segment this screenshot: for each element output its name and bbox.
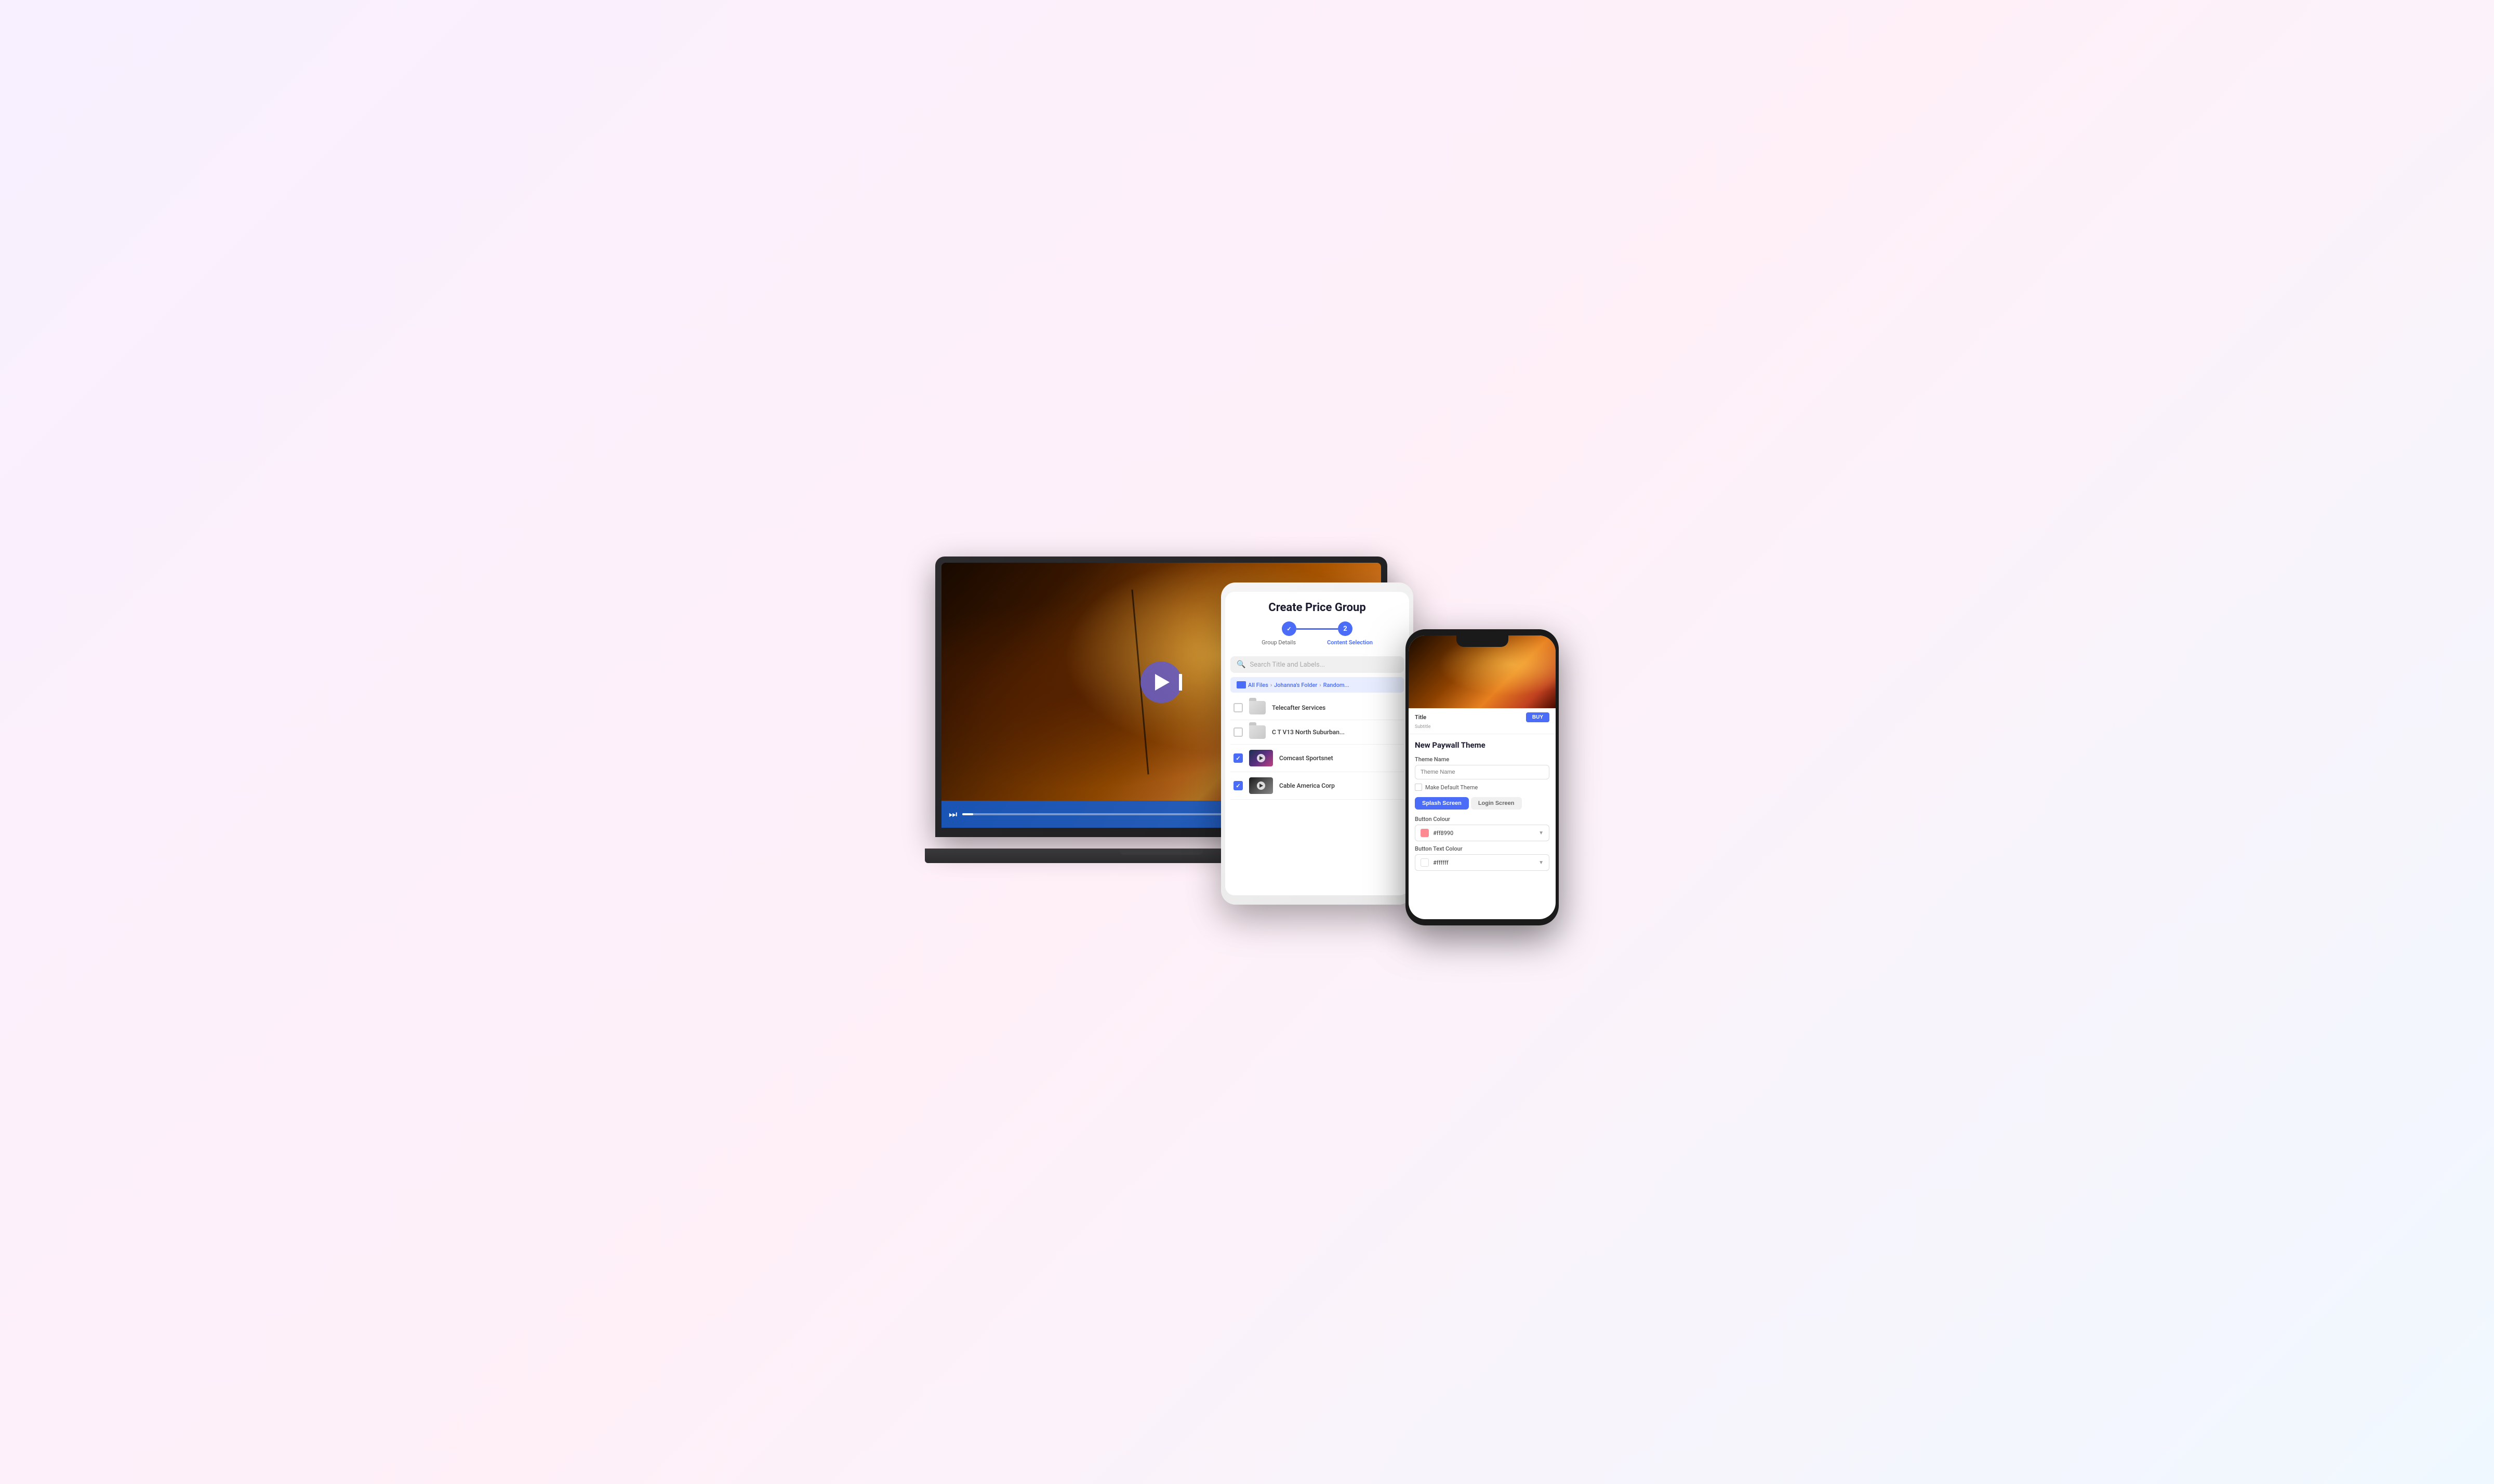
- folder-icon-1: [1249, 725, 1266, 739]
- file-checkbox-1[interactable]: [1233, 727, 1243, 737]
- file-checkbox-3[interactable]: ✓: [1233, 781, 1243, 790]
- file-thumb-play-2: [1257, 754, 1265, 762]
- button-text-colour-select[interactable]: #ffffff ▼: [1415, 854, 1549, 871]
- paywall-section-title: New Paywall Theme: [1415, 740, 1549, 750]
- tablet-device: Create Price Group ✓ 2 Group Details Con…: [1221, 582, 1413, 905]
- stepper: ✓ 2: [1233, 621, 1401, 636]
- step-2-label: Content Selection: [1327, 639, 1373, 646]
- file-thumb-2: [1249, 750, 1273, 766]
- button-colour-swatch: [1421, 829, 1429, 837]
- progress-fill: [962, 813, 973, 815]
- login-screen-tab[interactable]: Login Screen: [1471, 797, 1522, 810]
- play-tri-3: [1259, 784, 1263, 788]
- check-2: ✓: [1236, 755, 1240, 762]
- search-icon: 🔍: [1237, 660, 1245, 669]
- step-1-checkmark: ✓: [1286, 626, 1291, 632]
- button-colour-select[interactable]: #ff8990 ▼: [1415, 825, 1549, 841]
- phone-screen: Title BUY Subtitle New Paywall Theme The…: [1409, 635, 1556, 919]
- phone-paywall-body: New Paywall Theme Theme Name Make Defaul…: [1409, 734, 1556, 881]
- step-2-circle: 2: [1338, 621, 1352, 636]
- step-1-circle: ✓: [1282, 621, 1296, 636]
- play-icon: [1155, 674, 1170, 691]
- skip-icon: [1179, 674, 1182, 691]
- make-default-label: Make Default Theme: [1425, 784, 1478, 791]
- phone-title-row: Title BUY: [1415, 712, 1549, 722]
- make-default-row[interactable]: Make Default Theme: [1415, 784, 1549, 791]
- tablet-content: Create Price Group ✓ 2 Group Details Con…: [1225, 592, 1409, 895]
- phone-content-subtitle: Subtitle: [1415, 724, 1549, 730]
- button-text-colour-value: #ffffff: [1433, 859, 1534, 866]
- splash-screen-tab[interactable]: Splash Screen: [1415, 797, 1469, 810]
- button-text-colour-label: Button Text Colour: [1415, 845, 1549, 852]
- file-thumb-play-3: [1257, 781, 1265, 790]
- folder-icon-0: [1249, 701, 1266, 714]
- file-checkbox-2[interactable]: ✓: [1233, 753, 1243, 763]
- tablet-header: Create Price Group ✓ 2 Group Details Con…: [1225, 592, 1409, 656]
- play-skip-icon: [1153, 674, 1170, 691]
- file-name-3: Cable America Corp: [1279, 782, 1335, 789]
- breadcrumb-sep2: ›: [1319, 682, 1321, 688]
- file-name-0: Telecafter Services: [1272, 704, 1325, 711]
- phone-content-info: Title: [1415, 714, 1426, 721]
- breadcrumb-part1: All Files: [1248, 682, 1268, 688]
- file-item-3[interactable]: ✓ Cable America Corp: [1230, 772, 1404, 800]
- file-name-1: C T V13 North Suburban...: [1272, 728, 1345, 736]
- buy-button[interactable]: BUY: [1526, 712, 1549, 722]
- check-3: ✓: [1236, 783, 1240, 789]
- phone-buy-bar: Title BUY Subtitle: [1409, 708, 1556, 734]
- phone-notch: [1456, 635, 1508, 647]
- file-item-0[interactable]: Telecafter Services: [1230, 696, 1404, 720]
- make-default-checkbox[interactable]: [1415, 784, 1422, 791]
- step-1-label: Group Details: [1262, 639, 1296, 646]
- file-list: Telecafter Services C T V13 North Suburb…: [1225, 693, 1409, 803]
- breadcrumb[interactable]: All Files › Johanna's Folder › Random...: [1230, 677, 1404, 693]
- phone-content-title: Title: [1415, 714, 1426, 721]
- laptop-notch: [1120, 849, 1203, 855]
- colour-select-arrow: ▼: [1538, 830, 1544, 836]
- tablet-screen: Create Price Group ✓ 2 Group Details Con…: [1225, 592, 1409, 895]
- file-name-2: Comcast Sportsnet: [1279, 754, 1333, 762]
- skip-forward-button[interactable]: ⏭: [949, 809, 957, 820]
- breadcrumb-part3: Random...: [1323, 682, 1349, 688]
- file-checkbox-0[interactable]: [1233, 703, 1243, 712]
- folder-icon-breadcrumb: [1237, 681, 1246, 688]
- breadcrumb-part2: Johanna's Folder: [1274, 682, 1317, 688]
- theme-name-label: Theme Name: [1415, 756, 1549, 763]
- play-tri-2: [1259, 756, 1263, 760]
- play-button[interactable]: [1140, 661, 1182, 703]
- button-colour-label: Button Colour: [1415, 816, 1549, 823]
- search-placeholder-text: Search Title and Labels...: [1250, 661, 1325, 669]
- file-item-2[interactable]: ✓ Comcast Sportsnet: [1230, 745, 1404, 772]
- breadcrumb-sep1: ›: [1270, 682, 1272, 688]
- button-colour-value: #ff8990: [1433, 830, 1534, 837]
- file-thumb-3: [1249, 777, 1273, 794]
- text-colour-select-arrow: ▼: [1538, 860, 1544, 866]
- step-labels: Group Details Content Selection: [1233, 639, 1401, 646]
- search-bar[interactable]: 🔍 Search Title and Labels...: [1230, 656, 1404, 673]
- theme-name-input[interactable]: [1415, 765, 1549, 779]
- create-price-group-title: Create Price Group: [1233, 601, 1401, 614]
- step-line: [1296, 628, 1338, 630]
- main-scene: ⏭ 0:15 🔊 ↩↩ Create Price Group: [935, 556, 1559, 928]
- screen-tabs: Splash Screen Login Screen: [1415, 797, 1549, 810]
- phone-device: Title BUY Subtitle New Paywall Theme The…: [1405, 629, 1559, 925]
- button-text-colour-swatch: [1421, 858, 1429, 867]
- file-item-1[interactable]: C T V13 North Suburban...: [1230, 720, 1404, 745]
